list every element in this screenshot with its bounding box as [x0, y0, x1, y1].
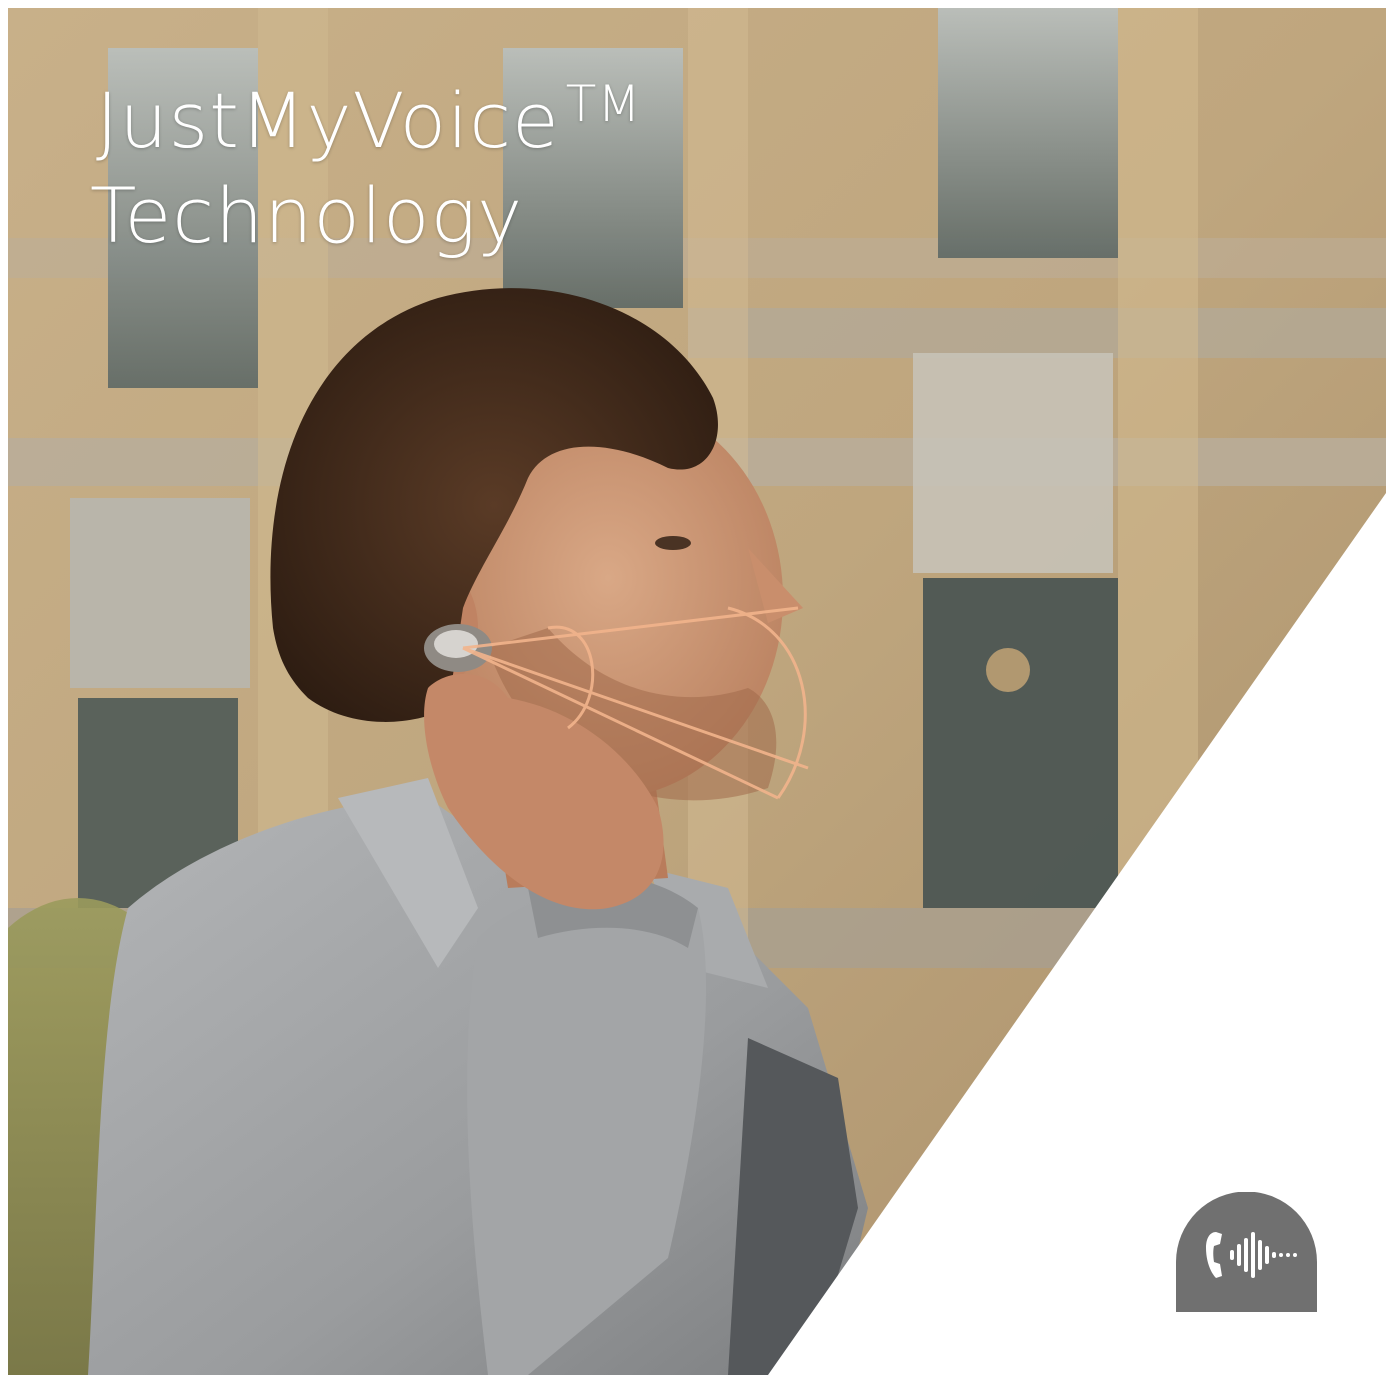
- headline-line2: Technology: [90, 171, 524, 260]
- headline: JustMyVoice TM Technology: [90, 75, 642, 260]
- window: [938, 8, 1118, 258]
- product-image-frame: JustMyVoice TM Technology: [8, 8, 1386, 1375]
- trademark-mark: TM: [565, 75, 642, 133]
- headline-line1: JustMyVoice: [96, 76, 560, 165]
- window: [923, 578, 1118, 908]
- voice-call-icon: [1176, 1192, 1317, 1312]
